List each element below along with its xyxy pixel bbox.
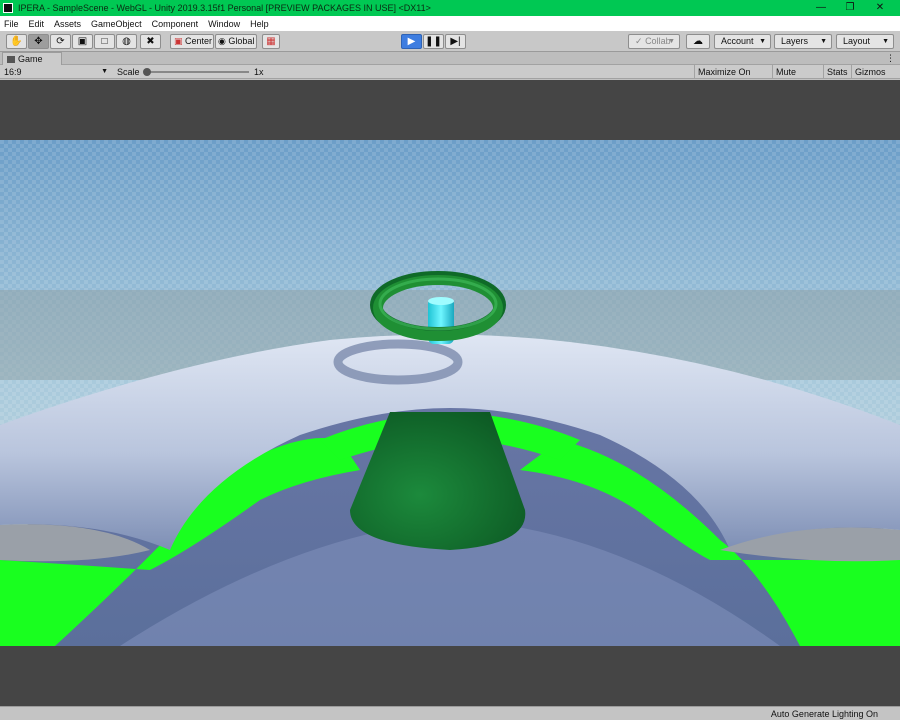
close-icon[interactable]: ✕ <box>866 0 894 16</box>
menu-help[interactable]: Help <box>250 19 269 29</box>
beacon-top <box>428 297 454 305</box>
play-button[interactable]: ▶ <box>401 34 422 49</box>
transform-tool-icon[interactable]: ◍ <box>116 34 137 49</box>
layout-dropdown[interactable]: Layout ▼ <box>836 34 894 49</box>
pivot-label: Center <box>185 36 213 46</box>
menu-edit[interactable]: Edit <box>29 19 45 29</box>
game-render <box>0 140 900 646</box>
aspect-ratio-value: 16:9 <box>4 67 22 77</box>
collab-dropdown[interactable]: ✓ Collab ▼ <box>628 34 680 49</box>
menu-bar: File Edit Assets GameObject Component Wi… <box>0 16 900 31</box>
scale-value: 1x <box>254 67 264 77</box>
grid-snap-icon[interactable]: ▦ <box>262 34 280 49</box>
menu-gameobject[interactable]: GameObject <box>91 19 142 29</box>
unity-logo-icon <box>3 3 13 13</box>
custom-tool-icon[interactable]: ✖ <box>140 34 161 49</box>
chevron-down-icon: ▼ <box>820 38 827 45</box>
hand-tool-icon[interactable]: ✋ <box>6 34 27 49</box>
layers-dropdown[interactable]: Layers ▼ <box>774 34 832 49</box>
chevron-down-icon: ▼ <box>759 38 766 45</box>
window-title-bar: IPERA - SampleScene - WebGL - Unity 2019… <box>0 0 900 16</box>
game-tab-row: Game ⋮ <box>0 52 900 65</box>
tab-game-label: Game <box>18 54 43 64</box>
chevron-down-icon: ▼ <box>101 68 108 75</box>
globe-icon: ◉ <box>218 36 226 46</box>
gizmos-dropdown[interactable]: Gizmos <box>851 65 900 79</box>
scale-slider-thumb[interactable] <box>143 68 151 76</box>
minimize-icon[interactable]: — <box>807 0 835 16</box>
maximize-icon[interactable]: ❐ <box>836 0 864 16</box>
game-viewport[interactable] <box>0 80 900 706</box>
rotate-tool-icon[interactable]: ⟳ <box>50 34 71 49</box>
status-bar: Auto Generate Lighting On <box>0 706 900 720</box>
aspect-ratio-dropdown[interactable]: 16:9 ▼ <box>2 66 110 78</box>
layout-label: Layout <box>843 36 871 46</box>
menu-assets[interactable]: Assets <box>54 19 81 29</box>
cloud-icon[interactable]: ☁ <box>686 34 710 49</box>
window-title: IPERA - SampleScene - WebGL - Unity 2019… <box>18 3 431 13</box>
mute-audio-toggle[interactable]: Mute Audio <box>772 65 823 91</box>
scale-label: Scale <box>117 67 140 77</box>
chevron-down-icon: ▼ <box>882 38 889 45</box>
chevron-down-icon: ▼ <box>668 38 675 45</box>
tab-game[interactable]: Game <box>2 52 62 65</box>
menu-window[interactable]: Window <box>208 19 240 29</box>
pause-button[interactable]: ❚❚ <box>423 34 444 49</box>
pivot-toggle[interactable]: ▣ Center <box>170 34 214 49</box>
stats-toggle[interactable]: Stats <box>823 65 851 79</box>
menu-file[interactable]: File <box>4 19 19 29</box>
menu-component[interactable]: Component <box>152 19 199 29</box>
account-label: Account <box>721 36 754 46</box>
game-view-controls: 16:9 ▼ Scale 1x Maximize On Play Mute Au… <box>0 65 900 91</box>
scale-tool-icon[interactable]: ▣ <box>72 34 93 49</box>
scale-slider-track[interactable] <box>146 71 249 73</box>
kebab-menu-icon[interactable]: ⋮ <box>886 52 895 64</box>
game-view-icon <box>7 56 15 63</box>
maximize-on-play-toggle[interactable]: Maximize On Play <box>694 65 772 91</box>
collab-icon: ✓ <box>635 36 643 46</box>
collab-label: Collab <box>645 36 671 46</box>
space-label: Global <box>228 36 255 46</box>
move-tool-icon[interactable]: ✥ <box>28 34 49 49</box>
rect-tool-icon[interactable]: □ <box>94 34 115 49</box>
account-dropdown[interactable]: Account ▼ <box>714 34 771 49</box>
layers-label: Layers <box>781 36 809 46</box>
step-button[interactable]: ▶| <box>445 34 466 49</box>
main-toolbar: ✋ ✥ ⟳ ▣ □ ◍ ✖ ▣ Center ◉ Global ▦ ▶ ❚❚ ▶… <box>0 31 900 52</box>
lighting-status: Auto Generate Lighting On <box>770 709 878 719</box>
pivot-icon: ▣ <box>174 36 183 46</box>
space-toggle[interactable]: ◉ Global <box>215 34 257 49</box>
